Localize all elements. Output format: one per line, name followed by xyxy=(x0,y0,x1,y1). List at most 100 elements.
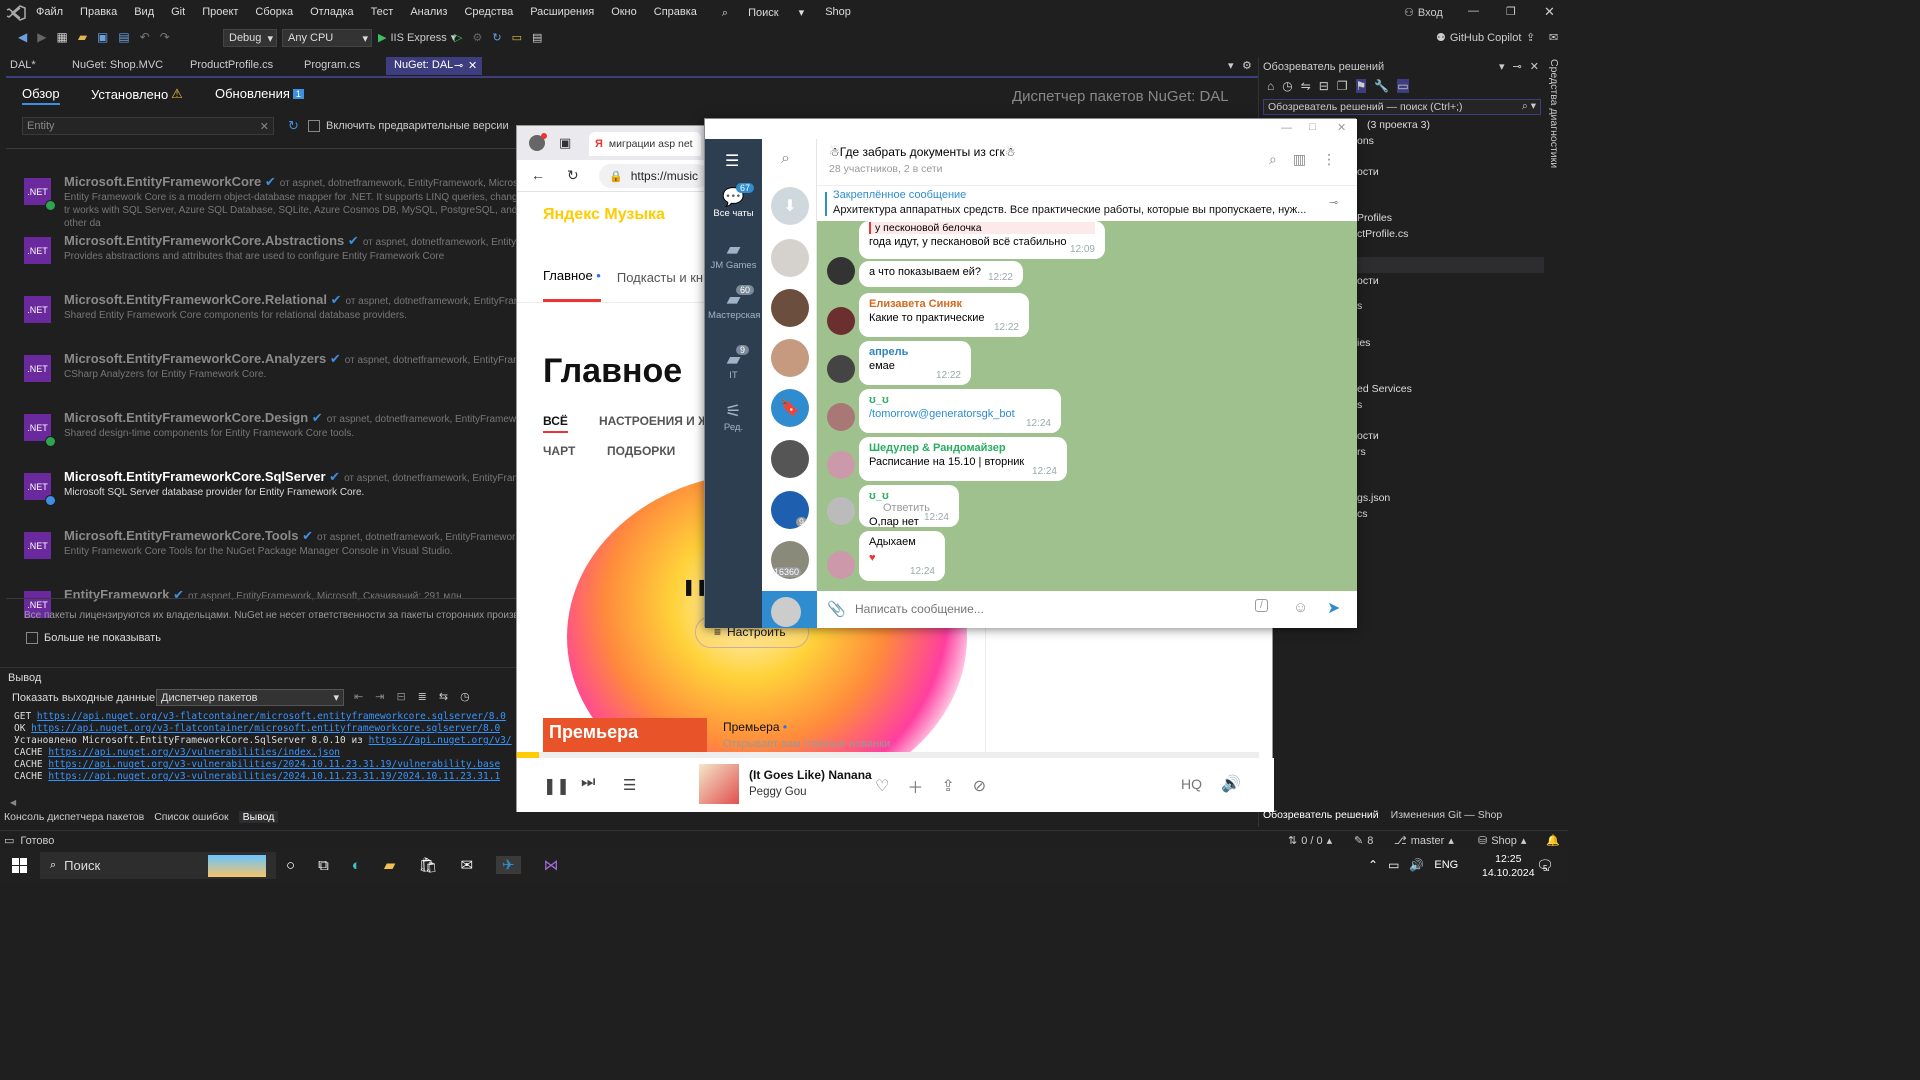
tree-item[interactable]: ости xyxy=(1357,430,1379,442)
tree-item[interactable]: gs.json xyxy=(1357,492,1390,504)
notification-bell-icon[interactable]: 🔔 xyxy=(1546,834,1560,847)
tree-item[interactable]: Profiles xyxy=(1357,212,1392,224)
copy-icon[interactable]: ❐ xyxy=(1337,79,1348,93)
tree-item[interactable]: ons xyxy=(1357,135,1374,147)
package-item[interactable]: .NET Microsoft.EntityFrameworkCore.SqlSer… xyxy=(24,469,539,519)
search-icon[interactable]: ⌕ xyxy=(1269,151,1277,168)
repo-status[interactable]: ⛁ Shop ▴ xyxy=(1478,834,1526,848)
output-line-link[interactable]: https://api.nuget.org/v3-vulnerabilities… xyxy=(48,771,500,782)
menu-tools[interactable]: Средства xyxy=(464,6,513,20)
avatar[interactable] xyxy=(827,257,855,285)
edits-status[interactable]: ✎ 8 xyxy=(1354,834,1373,848)
message-bubble[interactable]: апрель емае 12:22 xyxy=(859,341,971,385)
back-icon[interactable]: ◀ xyxy=(18,30,27,44)
tab-package-console[interactable]: Консоль диспетчера пакетов xyxy=(4,811,144,823)
save-all-icon[interactable]: ▤ xyxy=(118,30,129,44)
tg-folder[interactable]: ▰ 60 Мастерская xyxy=(705,285,762,321)
output-line-link[interactable]: https://api.nuget.org/v3-vulnerabilities… xyxy=(48,759,500,770)
menu-extensions[interactable]: Расширения xyxy=(530,6,594,20)
tab-nuget-dal[interactable]: NuGet: DAL ⊸ ✕ xyxy=(386,57,482,75)
tab-git-changes[interactable]: Изменения Git — Shop xyxy=(1391,809,1503,821)
search-icon[interactable]: ⌕ xyxy=(781,150,790,168)
store-icon[interactable]: 🛍 xyxy=(418,856,437,874)
chevron-down-icon[interactable]: ▾ xyxy=(1499,60,1505,73)
package-item[interactable]: .NET Microsoft.EntityFrameworkCore ✔ от as… xyxy=(24,174,534,229)
message-bubble[interactable]: ʊ_ʊ Ответить О,пар нет 12:24 xyxy=(859,485,959,528)
global-search[interactable]: ⌕ Поиск ▾ xyxy=(722,6,804,20)
tree-item[interactable]: s xyxy=(1357,399,1362,411)
minimize-button[interactable]: — xyxy=(1281,122,1292,134)
sender-name[interactable]: ʊ_ʊ xyxy=(869,394,889,406)
message-bubble[interactable]: Шедулер & Рандомайзер Расписание на 15.10… xyxy=(859,437,1067,481)
track-cover[interactable] xyxy=(699,764,739,804)
package-item[interactable]: .NET Microsoft.EntityFrameworkCore.Abstra… xyxy=(24,233,539,283)
telegram-taskbar-icon[interactable]: ✈ xyxy=(496,856,521,874)
run-without-debug-icon[interactable]: ▷ xyxy=(454,31,462,44)
volume-icon[interactable]: 🔊 xyxy=(1221,774,1241,794)
tab-installed[interactable]: Установлено ⚠ xyxy=(91,86,183,102)
reload-icon[interactable]: ↻ xyxy=(567,167,579,184)
platform-dropdown[interactable]: Any CPU ▾ xyxy=(282,29,372,47)
tab-program[interactable]: Program.cs xyxy=(296,57,368,75)
task-view-icon[interactable]: ⧉ xyxy=(318,857,329,874)
add-icon[interactable]: ＋ xyxy=(907,774,923,798)
attach-icon[interactable]: ⚙ xyxy=(472,31,482,44)
attach-icon[interactable]: 📎 xyxy=(827,600,846,618)
tg-folder[interactable]: ⚟ Ред. xyxy=(705,401,762,433)
maximize-button[interactable]: □ xyxy=(1309,121,1316,133)
visual-studio-icon[interactable]: ⋈ xyxy=(544,856,559,874)
menu-build[interactable]: Сборка xyxy=(255,6,293,20)
tg-folder[interactable]: 💬 67 Все чаты xyxy=(705,183,762,219)
sender-name[interactable]: Елизавета Синяк xyxy=(869,298,962,310)
message-text[interactable]: /tomorrow@generatorsgk_bot xyxy=(869,408,1051,420)
dont-show-checkbox[interactable]: Больше не показывать xyxy=(26,632,161,644)
package-item[interactable]: .NET Microsoft.EntityFrameworkCore.Relati… xyxy=(24,292,535,342)
tree-item[interactable]: ed Services xyxy=(1357,383,1412,395)
scroll-left-icon[interactable]: ◀ xyxy=(10,798,16,807)
word-wrap-icon[interactable]: ≣ xyxy=(418,690,427,703)
preview-icon[interactable]: ▭ xyxy=(1397,79,1409,93)
emoji-icon[interactable]: ☺ xyxy=(1293,599,1308,616)
browser-tab[interactable]: Я миграции asp net xyxy=(589,132,701,156)
chat-item[interactable] xyxy=(771,339,809,377)
config-dropdown[interactable]: Debug ▾ xyxy=(223,29,277,47)
tree-item[interactable]: cs xyxy=(1357,508,1368,520)
menu-git[interactable]: Git xyxy=(171,6,185,20)
branch-status[interactable]: ⎇ master ▴ xyxy=(1394,834,1454,848)
message-input[interactable] xyxy=(855,597,1245,621)
ym-nav-main[interactable]: Главное • xyxy=(543,268,601,302)
pause-icon[interactable]: ❚❚ xyxy=(543,776,570,796)
restore-button[interactable]: ❐ xyxy=(1506,5,1516,18)
run-button[interactable]: ▶ IIS Express ▾ xyxy=(378,31,456,45)
tab-output[interactable]: Вывод xyxy=(238,811,279,823)
output-source-dropdown[interactable]: Диспетчер пакетов ▾ xyxy=(156,689,344,706)
chat-title[interactable]: ☃Где забрать документы из сгк☃ xyxy=(829,145,1016,159)
message-bubble[interactable]: Елизавета Синяк Какие то практические 12:2… xyxy=(859,293,1029,337)
tab-updates[interactable]: Обновления 1 xyxy=(215,86,304,101)
layout-icon[interactable]: ▤ xyxy=(532,31,542,44)
gear-icon[interactable]: ⚙ xyxy=(1242,59,1252,72)
edge-icon[interactable]: ◐ xyxy=(352,857,361,874)
refresh-icon[interactable]: ↻ xyxy=(288,118,299,134)
message-bubble[interactable]: Адыхаем ♥ 12:24 xyxy=(859,531,945,581)
tree-item[interactable]: (3 проекта 3) xyxy=(1367,119,1430,131)
commands-icon[interactable]: / xyxy=(1255,599,1268,612)
sync-icon[interactable]: ⇋ xyxy=(1301,79,1311,93)
menu-file[interactable]: Файл xyxy=(36,6,63,20)
menu-project[interactable]: Проект xyxy=(202,6,238,20)
menu-test[interactable]: Тест xyxy=(371,6,394,20)
avatar[interactable] xyxy=(827,307,855,335)
back-icon[interactable]: ← xyxy=(531,167,545,183)
open-folder-icon[interactable]: ▰ xyxy=(78,30,87,44)
collapse-icon[interactable]: ⊟ xyxy=(1319,79,1329,93)
share-icon[interactable]: ⇪ xyxy=(1526,31,1535,44)
menu-window[interactable]: Окно xyxy=(611,6,637,20)
tab-solution-explorer[interactable]: Обозреватель решений xyxy=(1263,809,1379,821)
line-status[interactable]: ⇅ 0 / 0 ▴ xyxy=(1288,834,1332,848)
send-icon[interactable]: ➤ xyxy=(1327,598,1340,618)
redo-icon[interactable]: ↷ xyxy=(160,30,170,44)
taskbar-clock[interactable]: 12:25 14.10.2024 xyxy=(1482,852,1535,880)
menu-help[interactable]: Справка xyxy=(654,6,697,20)
chat-saved-messages[interactable]: 🔖 xyxy=(771,389,809,427)
find-next-icon[interactable]: ⇥ xyxy=(375,690,384,703)
